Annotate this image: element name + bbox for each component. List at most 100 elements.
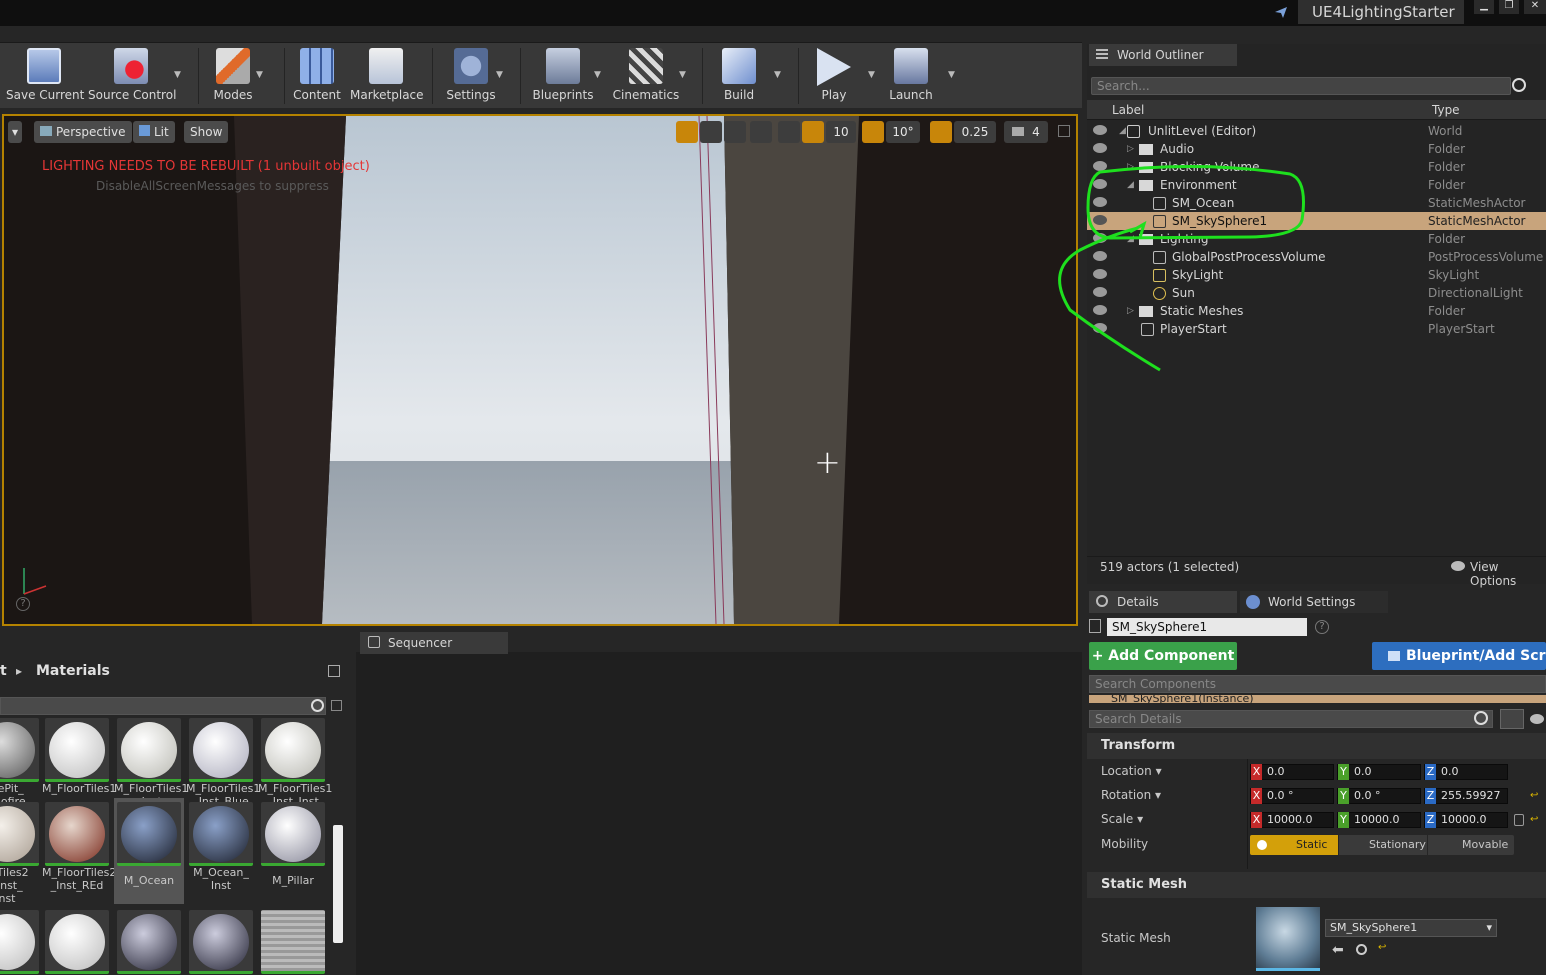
viewport-options-button[interactable]: ▾ <box>8 121 23 143</box>
asset-tile[interactable]: M_FloorTiles1 _Inst <box>114 718 188 808</box>
asset-tile[interactable]: M_FloorTiles1 _Inst_Blue <box>186 718 260 808</box>
lock-icon[interactable] <box>328 665 340 677</box>
static-mesh-picker[interactable]: SM_SkySphere1 ▾ <box>1325 919 1497 937</box>
use-selected-arrow-icon[interactable]: ⬅ <box>1332 942 1344 958</box>
search-details-input[interactable]: Search Details <box>1089 710 1493 728</box>
browse-search-icon[interactable] <box>1356 944 1367 955</box>
location-z-field[interactable]: Z 0.0 <box>1424 764 1508 780</box>
lock-scale-icon[interactable] <box>1514 814 1524 826</box>
visibility-eye-icon[interactable] <box>1093 143 1107 153</box>
asset-tile[interactable] <box>258 910 328 974</box>
source-control-button[interactable]: Source Control <box>88 48 176 106</box>
perspective-button[interactable]: Perspective <box>34 121 132 143</box>
scale-tool-icon[interactable] <box>724 121 746 143</box>
save-current-button[interactable]: Save Current <box>6 48 84 106</box>
marketplace-button[interactable]: Marketplace <box>350 48 424 106</box>
asset-search-input[interactable] <box>0 697 326 715</box>
asset-tile[interactable] <box>114 910 184 974</box>
reset-scale-icon[interactable]: ↩ <box>1530 814 1540 825</box>
show-button[interactable]: Show <box>184 121 229 143</box>
modes-button[interactable]: Modes <box>206 48 260 106</box>
viewport-help-icon[interactable]: ? <box>16 597 30 611</box>
asset-tile[interactable] <box>42 910 112 974</box>
asset-tile[interactable]: M_FloorTiles2 _Inst_REd <box>42 802 116 892</box>
launch-dropdown[interactable]: ▼ <box>948 70 958 80</box>
content-scrollbar[interactable] <box>333 825 343 943</box>
close-button[interactable]: ✕ <box>1524 0 1546 14</box>
tab-world-settings[interactable]: World Settings <box>1240 591 1388 613</box>
maximize-button[interactable]: ❐ <box>1499 0 1519 14</box>
scale-y-field[interactable]: Y 10000.0 <box>1337 812 1421 828</box>
search-components-input[interactable]: Search Components <box>1089 675 1546 693</box>
scale-snap-icon[interactable] <box>930 121 952 143</box>
build-button[interactable]: Build <box>712 48 766 106</box>
scale-x-field[interactable]: X 10000.0 <box>1250 812 1334 828</box>
asset-tile[interactable]: M_FloorTiles1 _Inst_Inst <box>258 718 332 808</box>
location-y-field[interactable]: Y 0.0 <box>1337 764 1421 780</box>
blueprints-dropdown[interactable]: ▼ <box>594 70 604 80</box>
tab-sequencer[interactable]: Sequencer <box>360 632 508 654</box>
blueprints-button[interactable]: Blueprints <box>530 48 596 106</box>
outliner-row[interactable]: ▷ Audio Folder <box>1087 140 1546 158</box>
grid-snap-value[interactable]: 10 <box>826 121 856 143</box>
breadcrumb-prev[interactable]: t <box>0 663 7 679</box>
play-button[interactable]: Play <box>808 48 860 106</box>
modes-dropdown[interactable]: ▼ <box>256 70 266 80</box>
location-label[interactable]: Location ▾ <box>1101 764 1162 778</box>
transform-section-header[interactable]: Transform <box>1087 733 1546 759</box>
scale-z-field[interactable]: Z 10000.0 <box>1424 812 1508 828</box>
expand-arrow-icon[interactable]: ▷ <box>1127 140 1134 158</box>
breadcrumb-current[interactable]: Materials <box>36 663 110 679</box>
settings-dropdown[interactable]: ▼ <box>496 70 506 80</box>
grid-snap-icon[interactable] <box>802 121 824 143</box>
minimize-button[interactable]: ▁ <box>1474 0 1494 14</box>
world-local-icon[interactable] <box>750 121 772 143</box>
visibility-eye-icon[interactable] <box>1093 125 1107 135</box>
add-component-button[interactable]: + Add Component ▾ <box>1089 642 1237 692</box>
asset-tile[interactable]: irePit_ _nofire <box>0 718 42 808</box>
asset-tile[interactable]: M_FloorTiles1 <box>42 718 116 795</box>
rotation-z-field[interactable]: Z 255.59927 <box>1424 788 1508 804</box>
mobility-movable-button[interactable]: Movable <box>1428 835 1514 855</box>
collapse-arrow-icon[interactable]: ◢ <box>1119 122 1126 140</box>
asset-tile[interactable] <box>0 910 42 974</box>
content-button[interactable]: Content <box>290 48 344 106</box>
column-type[interactable]: Type <box>1432 103 1460 117</box>
component-instance-row[interactable]: SM_SkySphere1(Instance) <box>1089 695 1546 703</box>
help-icon[interactable]: ? <box>1315 620 1329 634</box>
property-matrix-icon[interactable] <box>1500 709 1524 729</box>
static-mesh-thumbnail[interactable] <box>1256 907 1320 971</box>
translate-tool-icon[interactable] <box>676 121 698 143</box>
asset-tile-selected[interactable]: M_Ocean <box>114 798 184 904</box>
location-x-field[interactable]: X 0.0 <box>1250 764 1334 780</box>
asset-tile[interactable]: M_Pillar <box>258 802 328 887</box>
asset-tile[interactable]: orTiles2 _Inst_ nst <box>0 802 42 905</box>
cinematics-dropdown[interactable]: ▼ <box>679 70 689 80</box>
outliner-search-input[interactable]: Search... <box>1091 77 1511 95</box>
source-control-dropdown[interactable]: ▼ <box>174 70 184 80</box>
save-search-icon[interactable] <box>331 700 342 711</box>
maximize-viewport-icon[interactable] <box>1058 125 1070 137</box>
rotation-x-field[interactable]: X 0.0 ° <box>1250 788 1334 804</box>
camera-speed-button[interactable]: 4 <box>1004 121 1048 143</box>
eye-icon[interactable] <box>1530 714 1544 724</box>
reset-mesh-icon[interactable]: ↩ <box>1378 942 1386 953</box>
build-dropdown[interactable]: ▼ <box>774 70 784 80</box>
lit-button[interactable]: Lit <box>133 121 175 143</box>
scale-snap-value[interactable]: 0.25 <box>954 121 996 143</box>
play-dropdown[interactable]: ▼ <box>868 70 878 80</box>
static-mesh-section-header[interactable]: Static Mesh <box>1087 872 1546 898</box>
cinematics-button[interactable]: Cinematics <box>612 48 680 106</box>
rotation-snap-icon[interactable] <box>862 121 884 143</box>
asset-tile[interactable] <box>186 910 256 974</box>
rotation-y-field[interactable]: Y 0.0 ° <box>1337 788 1421 804</box>
surface-snap-icon[interactable] <box>778 121 800 143</box>
rotate-tool-icon[interactable] <box>700 121 722 143</box>
reset-rotation-icon[interactable]: ↩ <box>1530 790 1540 801</box>
mobility-stationary-button[interactable]: Stationary <box>1339 835 1427 855</box>
tab-world-outliner[interactable]: World Outliner <box>1089 44 1237 66</box>
column-label[interactable]: Label <box>1112 103 1144 117</box>
rotation-snap-value[interactable]: 10° <box>886 121 920 143</box>
rotation-label[interactable]: Rotation ▾ <box>1101 788 1161 802</box>
asset-tile[interactable]: M_Ocean_ Inst <box>186 802 256 892</box>
